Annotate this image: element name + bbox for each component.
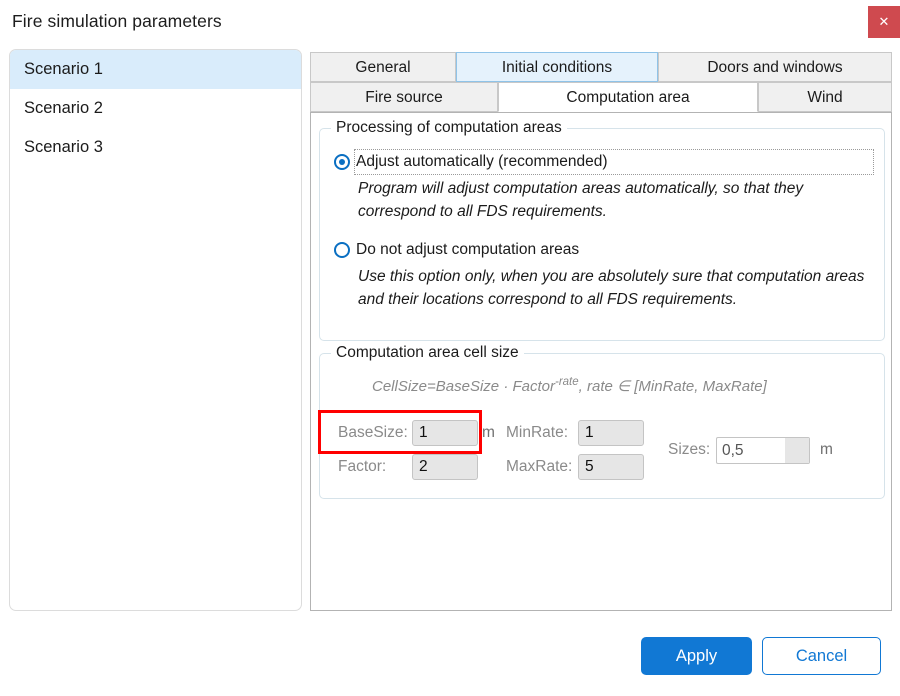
formula-exponent: -rate bbox=[555, 376, 579, 388]
radio-unselected-icon bbox=[334, 242, 350, 258]
formula-main: CellSize=BaseSize · Factor bbox=[372, 378, 555, 395]
basesize-label: BaseSize: bbox=[338, 424, 408, 441]
group-processing-of-computation-areas: Processing of computation areas Adjust a… bbox=[319, 119, 885, 341]
radio-do-not-adjust-label: Do not adjust computation areas bbox=[356, 241, 580, 258]
tab-content-computation-area: Processing of computation areas Adjust a… bbox=[310, 112, 892, 611]
close-icon[interactable]: ✕ bbox=[868, 6, 900, 38]
sizes-label: Sizes: bbox=[668, 441, 711, 458]
radio-adjust-automatically-label: Adjust automatically (recommended) bbox=[356, 153, 608, 170]
tab-general[interactable]: General bbox=[310, 52, 456, 82]
radio-do-not-adjust[interactable]: Do not adjust computation areas bbox=[334, 239, 874, 263]
radio-adjust-automatically[interactable]: Adjust automatically (recommended) bbox=[334, 149, 874, 175]
page-title: Fire simulation parameters bbox=[12, 11, 222, 31]
scenario-list: Scenario 1 Scenario 2 Scenario 3 bbox=[9, 49, 302, 611]
basesize-unit: m bbox=[482, 424, 495, 441]
title-bar: Fire simulation parameters ✕ bbox=[0, 0, 900, 45]
tab-computation-area[interactable]: Computation area bbox=[498, 82, 758, 112]
cancel-button[interactable]: Cancel bbox=[762, 637, 881, 675]
tab-fire-source[interactable]: Fire source bbox=[310, 82, 498, 112]
tab-initial-conditions[interactable]: Initial conditions bbox=[456, 52, 658, 82]
radio-adjust-automatically-description: Program will adjust computation areas au… bbox=[358, 180, 804, 220]
factor-input[interactable]: 2 bbox=[412, 454, 478, 480]
minrate-label: MinRate: bbox=[506, 424, 569, 441]
tab-row-top: General Initial conditions Doors and win… bbox=[310, 52, 892, 82]
sizes-value: 0,5 bbox=[722, 442, 744, 459]
radio-selected-icon bbox=[334, 154, 350, 170]
apply-button[interactable]: Apply bbox=[641, 637, 752, 675]
basesize-input[interactable]: 1 bbox=[412, 420, 478, 446]
cellsize-formula: CellSize=BaseSize · Factor-rate, rate ∈ … bbox=[372, 376, 767, 395]
tab-panel: General Initial conditions Doors and win… bbox=[310, 52, 892, 611]
maxrate-input[interactable]: 5 bbox=[578, 454, 644, 480]
sizes-unit: m bbox=[820, 441, 833, 458]
factor-label: Factor: bbox=[338, 458, 387, 475]
tab-wind[interactable]: Wind bbox=[758, 82, 892, 112]
sizes-input[interactable]: 0,5 bbox=[716, 437, 810, 464]
scenario-list-item-1[interactable]: Scenario 1 bbox=[10, 50, 301, 89]
scenario-list-item-2[interactable]: Scenario 2 bbox=[10, 89, 301, 128]
radio-do-not-adjust-description: Use this option only, when you are absol… bbox=[358, 268, 865, 308]
minrate-input[interactable]: 1 bbox=[578, 420, 644, 446]
maxrate-label: MaxRate: bbox=[506, 458, 573, 475]
sizes-dropdown-button[interactable] bbox=[785, 438, 809, 463]
formula-tail: , rate ∈ [MinRate, MaxRate] bbox=[578, 378, 767, 395]
tab-doors-and-windows[interactable]: Doors and windows bbox=[658, 52, 892, 82]
tab-row-bottom: Fire source Computation area Wind bbox=[310, 82, 892, 112]
group-processing-title: Processing of computation areas bbox=[331, 119, 567, 137]
scenario-list-item-3[interactable]: Scenario 3 bbox=[10, 128, 301, 167]
group-computation-area-cell-size: Computation area cell size CellSize=Base… bbox=[319, 344, 885, 499]
group-cellsize-title: Computation area cell size bbox=[331, 344, 524, 362]
